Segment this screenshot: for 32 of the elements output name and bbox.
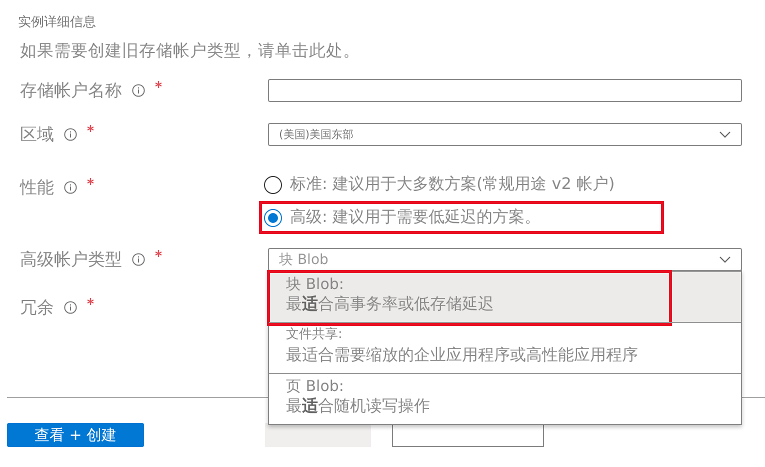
option-description: 最适合高事务率或低存储延迟 bbox=[286, 293, 495, 315]
radio-label: 标准: 建议用于大多数方案(常规用途 v2 帐户) bbox=[290, 174, 615, 195]
option-title: 页 Blob: bbox=[286, 377, 345, 395]
review-create-button[interactable]: 查看 + 创建 bbox=[7, 423, 144, 447]
chevron-down-icon bbox=[719, 131, 731, 138]
field-label: 高级帐户类型 bbox=[20, 249, 122, 271]
select-field[interactable]: (美国)美国东部 bbox=[268, 123, 742, 146]
option-description: 最适合随机读写操作 bbox=[286, 395, 431, 417]
info-icon[interactable] bbox=[132, 84, 145, 97]
info-icon[interactable] bbox=[64, 181, 77, 194]
option-title: 文件共享: bbox=[286, 326, 344, 344]
field-label: 区域 bbox=[20, 124, 54, 146]
dropdown-option[interactable]: 页 Blob: 最适合随机读写操作 bbox=[269, 373, 741, 424]
legacy-account-link[interactable]: 如果需要创建旧存储帐户类型，请单击此处。 bbox=[20, 40, 765, 62]
info-icon[interactable] bbox=[64, 128, 77, 141]
radio-button[interactable] bbox=[264, 208, 282, 226]
option-description: 最适合需要缩放的企业应用程序或高性能应用程序 bbox=[286, 344, 639, 366]
select-field[interactable]: 块 Blob bbox=[268, 248, 742, 271]
dropdown-option[interactable]: 文件共享: 最适合需要缩放的企业应用程序或高性能应用程序 bbox=[269, 322, 741, 373]
radio-label: 高级: 建议用于需要低延迟的方案。 bbox=[290, 207, 540, 228]
next-button[interactable] bbox=[392, 423, 544, 447]
field-label: 冗余 bbox=[20, 297, 54, 319]
info-icon[interactable] bbox=[132, 253, 145, 266]
field-label: 性能 bbox=[20, 177, 54, 199]
info-icon[interactable] bbox=[64, 301, 77, 314]
section-title: 实例详细信息 bbox=[18, 14, 97, 32]
previous-button[interactable] bbox=[265, 423, 371, 447]
option-title: 块 Blob: bbox=[286, 275, 345, 293]
text-field[interactable] bbox=[268, 79, 742, 102]
chevron-down-icon bbox=[719, 256, 731, 263]
radio-button[interactable] bbox=[264, 176, 282, 194]
field-label: 存储帐户名称 bbox=[20, 80, 122, 102]
